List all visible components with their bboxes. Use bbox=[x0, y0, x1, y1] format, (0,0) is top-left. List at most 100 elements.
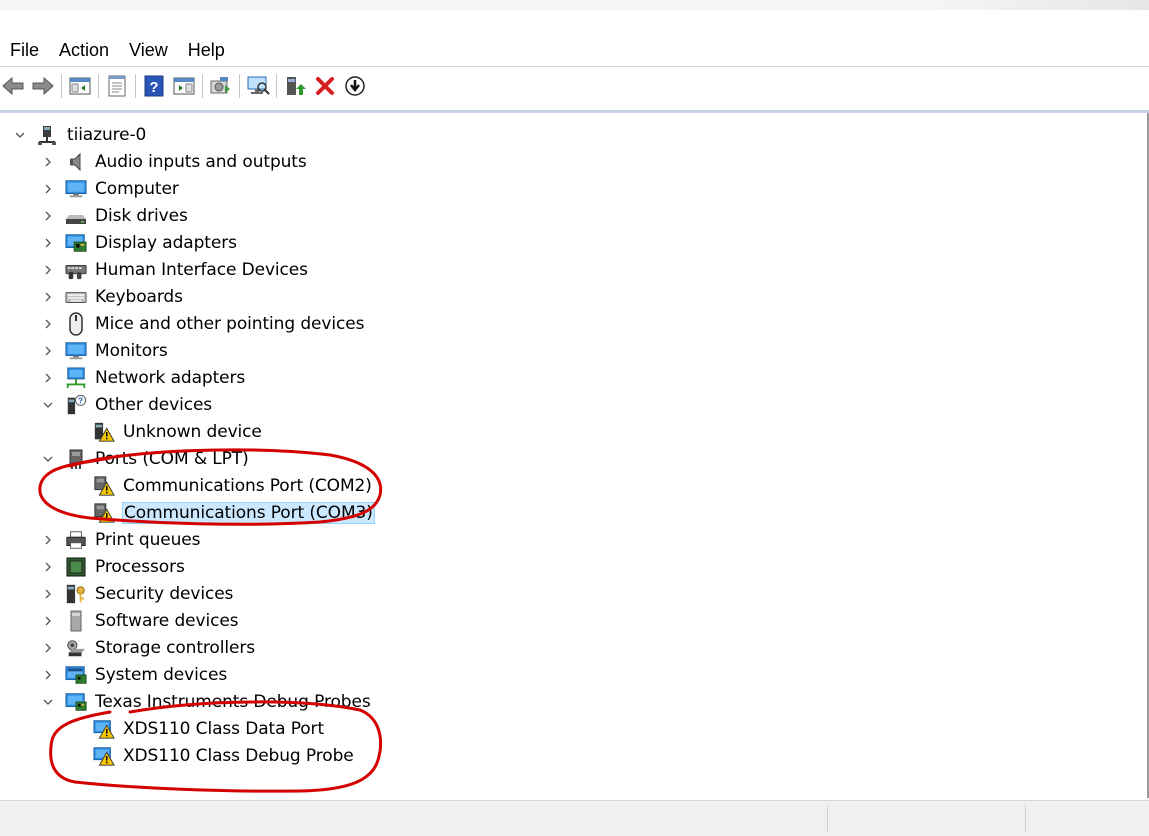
menu-help[interactable]: Help bbox=[178, 36, 235, 64]
show-hide-console-tree-button[interactable] bbox=[67, 72, 93, 100]
network-adapter-icon bbox=[65, 366, 87, 389]
action-pane-button[interactable] bbox=[171, 72, 197, 100]
chevron-right-icon[interactable] bbox=[41, 310, 55, 337]
download-icon bbox=[345, 76, 365, 96]
toolbar-separator bbox=[98, 74, 99, 98]
chevron-down-icon[interactable] bbox=[41, 445, 55, 472]
speaker-icon bbox=[65, 151, 87, 173]
tree-item-label: Storage controllers bbox=[95, 637, 255, 658]
chevron-right-icon[interactable] bbox=[41, 364, 55, 391]
enable-device-button[interactable] bbox=[282, 72, 308, 100]
unknown-device-category-icon: ? bbox=[65, 394, 87, 416]
tree-item-label: Human Interface Devices bbox=[95, 259, 308, 280]
back-icon bbox=[2, 76, 24, 96]
chevron-right-icon[interactable] bbox=[41, 202, 55, 229]
monitor-icon bbox=[65, 340, 87, 362]
tree-item-label: Monitors bbox=[95, 340, 168, 361]
toolbar: ? bbox=[0, 70, 1149, 102]
tree-item-computer[interactable]: Computer bbox=[41, 175, 179, 202]
device-com3[interactable]: Communications Port (COM3) bbox=[93, 499, 375, 526]
menu-file[interactable]: File bbox=[0, 36, 49, 64]
tree-item-keyboards[interactable]: Keyboards bbox=[41, 283, 183, 310]
chevron-right-icon[interactable] bbox=[41, 148, 55, 175]
system-device-icon bbox=[65, 664, 87, 686]
chevron-down-icon[interactable] bbox=[41, 391, 55, 418]
chevron-down-icon[interactable] bbox=[13, 121, 27, 148]
tree-item-hid[interactable]: Human Interface Devices bbox=[41, 256, 308, 283]
tree-item-print-queues[interactable]: Print queues bbox=[41, 526, 201, 553]
tree-item-label: Texas Instruments Debug Probes bbox=[95, 691, 371, 712]
chevron-right-icon[interactable] bbox=[41, 580, 55, 607]
tree-item-monitors[interactable]: Monitors bbox=[41, 337, 168, 364]
device-unknown[interactable]: Unknown device bbox=[93, 418, 262, 445]
tree-item-system-devices[interactable]: System devices bbox=[41, 661, 227, 688]
back-button[interactable] bbox=[0, 72, 26, 100]
update-driver-button[interactable] bbox=[208, 72, 234, 100]
tree-item-label: Ports (COM & LPT) bbox=[95, 448, 249, 469]
properties-icon bbox=[108, 75, 126, 97]
update-driver-icon bbox=[210, 77, 230, 94]
tree-item-mice[interactable]: Mice and other pointing devices bbox=[41, 310, 364, 337]
tree-item-label: Display adapters bbox=[95, 232, 237, 253]
chevron-right-icon[interactable] bbox=[41, 256, 55, 283]
tree-item-label: Other devices bbox=[95, 394, 213, 415]
tree-root[interactable]: tiiazure-0 bbox=[13, 121, 146, 148]
processor-icon bbox=[65, 556, 87, 578]
device-manager-window: File Action View Help ? tiiazure-0 Audio… bbox=[0, 0, 1149, 836]
port-warning-icon bbox=[93, 502, 115, 524]
tree-item-audio[interactable]: Audio inputs and outputs bbox=[41, 148, 307, 175]
printer-icon bbox=[65, 529, 87, 551]
download-button[interactable] bbox=[342, 72, 368, 100]
hid-icon bbox=[65, 259, 87, 281]
tree-item-storage-controllers[interactable]: Storage controllers bbox=[41, 634, 255, 661]
chevron-right-icon[interactable] bbox=[41, 553, 55, 580]
chevron-right-icon[interactable] bbox=[41, 337, 55, 364]
chevron-down-icon[interactable] bbox=[41, 688, 55, 715]
toolbar-separator bbox=[276, 74, 277, 98]
tree-item-ti-debug-probes[interactable]: Texas Instruments Debug Probes bbox=[41, 688, 371, 715]
device-xds110-debug-probe[interactable]: XDS110 Class Debug Probe bbox=[93, 742, 354, 769]
tree-item-ports[interactable]: Ports (COM & LPT) bbox=[41, 445, 249, 472]
tree-item-label: Disk drives bbox=[95, 205, 188, 226]
chevron-right-icon[interactable] bbox=[41, 229, 55, 256]
debug-probe-warning-icon bbox=[93, 745, 115, 767]
chevron-right-icon[interactable] bbox=[41, 607, 55, 634]
status-panel bbox=[827, 805, 1025, 833]
device-xds110-data-port[interactable]: XDS110 Class Data Port bbox=[93, 715, 324, 742]
properties-button[interactable] bbox=[104, 72, 130, 100]
menu-view[interactable]: View bbox=[119, 36, 178, 64]
tree-item-display-adapters[interactable]: Display adapters bbox=[41, 229, 237, 256]
tree-item-label: Keyboards bbox=[95, 286, 183, 307]
forward-button[interactable] bbox=[30, 72, 56, 100]
tree-item-security-devices[interactable]: Security devices bbox=[41, 580, 233, 607]
software-device-icon bbox=[65, 610, 87, 632]
device-com2[interactable]: Communications Port (COM2) bbox=[93, 472, 372, 499]
scan-hardware-button[interactable] bbox=[245, 72, 271, 100]
chevron-right-icon[interactable] bbox=[41, 283, 55, 310]
menu-action[interactable]: Action bbox=[49, 36, 119, 64]
tree-item-network-adapters[interactable]: Network adapters bbox=[41, 364, 245, 391]
tree-item-label: Print queues bbox=[95, 529, 201, 550]
tree-item-other-devices[interactable]: ? Other devices bbox=[41, 391, 212, 418]
menu-divider bbox=[0, 66, 1149, 67]
uninstall-device-button[interactable] bbox=[312, 72, 338, 100]
tree-item-label: System devices bbox=[95, 664, 228, 685]
chevron-right-icon[interactable] bbox=[41, 175, 55, 202]
chevron-right-icon[interactable] bbox=[41, 634, 55, 661]
tree-item-software-devices[interactable]: Software devices bbox=[41, 607, 239, 634]
help-icon: ? bbox=[144, 75, 164, 97]
forward-icon bbox=[32, 76, 54, 96]
tree-item-processors[interactable]: Processors bbox=[41, 553, 185, 580]
tree-item-disk-drives[interactable]: Disk drives bbox=[41, 202, 188, 229]
help-button[interactable]: ? bbox=[141, 72, 167, 100]
tree-item-label: Computer bbox=[95, 178, 179, 199]
keyboard-icon bbox=[65, 286, 87, 308]
mouse-icon bbox=[65, 311, 87, 336]
port-warning-icon bbox=[93, 475, 115, 497]
computer-icon bbox=[65, 178, 87, 200]
status-bar bbox=[0, 800, 1149, 836]
debug-probe-warning-icon bbox=[93, 718, 115, 740]
debug-probe-category-icon bbox=[65, 691, 87, 713]
chevron-right-icon[interactable] bbox=[41, 526, 55, 553]
chevron-right-icon[interactable] bbox=[41, 661, 55, 688]
